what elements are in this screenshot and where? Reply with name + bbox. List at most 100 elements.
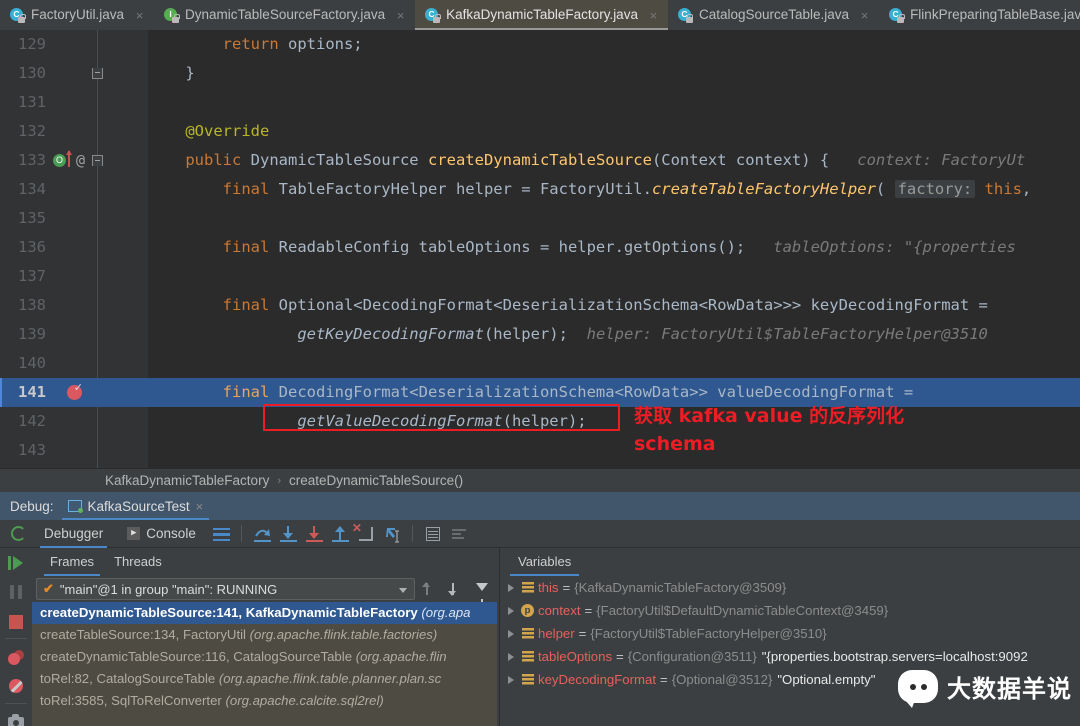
code-editor[interactable]: 129 return options; 130 } 131 132 @Override… (0, 30, 1080, 468)
step-out-button[interactable] (327, 521, 353, 547)
chevron-right-icon[interactable] (504, 645, 518, 668)
run-to-cursor-icon (385, 527, 399, 543)
editor-tab-2[interactable]: C KafkaDynamicTableFactory.java × (415, 0, 668, 30)
breadcrumb-method[interactable]: createDynamicTableSource() (289, 473, 463, 488)
tab-threads-label: Threads (114, 554, 162, 569)
frames-down-button[interactable] (445, 578, 467, 600)
frame-row[interactable]: toRel:82, CatalogSourceTable (org.apache… (32, 668, 497, 690)
drop-frame-button[interactable]: ✕ (352, 521, 379, 547)
frames-panel: Frames Threads ✔ "main"@1 in group "main… (32, 548, 497, 726)
close-icon[interactable]: × (395, 9, 406, 22)
variable-type: {KafkaDynamicTableFactory@3509} (574, 580, 787, 595)
variable-row[interactable]: keyDecodingFormat = {Optional@3512} "Option… (500, 668, 1080, 691)
evaluate-expression-button[interactable] (420, 521, 446, 547)
variable-name: this (538, 580, 559, 595)
frame-row[interactable]: createTableSource:134, FactoryUtil (org.… (32, 624, 497, 646)
variable-equals: = (660, 672, 668, 687)
frames-stack-list[interactable]: createDynamicTableSource:141, KafkaDynam… (32, 602, 497, 726)
frames-up-button[interactable] (419, 578, 441, 600)
line-number: 136 (18, 238, 46, 256)
code-line[interactable]: 140 (0, 349, 1080, 378)
layout-settings-button[interactable] (208, 521, 234, 547)
force-step-into-button[interactable] (301, 521, 327, 547)
chevron-down-icon[interactable] (399, 588, 407, 593)
variable-row[interactable]: tableOptions = {Configuration@3511} "{prope… (500, 645, 1080, 668)
rerun-button[interactable] (6, 521, 32, 547)
code-line[interactable]: 134 final TableFactoryHelper helper = Fa… (0, 175, 1080, 204)
variables-panel: Variables this = {KafkaDynamicTableFactory… (499, 548, 1080, 726)
editor-tab-3[interactable]: C CatalogSourceTable.java × (668, 0, 879, 30)
close-icon[interactable]: × (859, 9, 870, 22)
resume-program-button[interactable] (0, 548, 32, 577)
code-fold-icon[interactable] (92, 155, 103, 166)
code-line[interactable]: 135 (0, 204, 1080, 233)
code-line[interactable]: 131 (0, 88, 1080, 117)
code-line[interactable]: 129 return options; (0, 30, 1080, 59)
breadcrumb[interactable]: KafkaDynamicTableFactory › createDynamic… (0, 468, 1080, 492)
breakpoint-icon[interactable]: ✓ (67, 383, 83, 400)
override-method-icon[interactable]: O (53, 154, 66, 167)
editor-tab-4[interactable]: CFlinkPreparingTableBase.java× (879, 0, 1080, 30)
frame-row[interactable]: toRel:3585, SqlToRelConverter (org.apach… (32, 690, 497, 712)
run-to-cursor-button[interactable] (379, 521, 405, 547)
field-icon (518, 576, 538, 599)
tab-frames[interactable]: Frames (40, 548, 104, 576)
annotation-gutter-icon[interactable]: @ (76, 146, 85, 175)
close-icon[interactable]: × (648, 9, 659, 22)
frame-row[interactable]: createDynamicTableSource:116, CatalogSou… (32, 646, 497, 668)
override-arrow-icon[interactable] (65, 150, 72, 167)
step-into-button[interactable] (275, 521, 301, 547)
line-number: 135 (18, 209, 46, 227)
variable-name: helper (538, 626, 575, 641)
screenshot-button[interactable] (0, 707, 32, 726)
code-fold-icon[interactable] (92, 68, 103, 79)
chevron-right-icon[interactable] (504, 599, 518, 622)
frame-package: (org.apache.calcite.sql2rel) (225, 693, 384, 708)
close-icon[interactable]: × (134, 9, 145, 22)
debug-run-config-tab[interactable]: KafkaSourceTest × (61, 492, 210, 520)
breadcrumb-class[interactable]: KafkaDynamicTableFactory (105, 473, 269, 488)
rerun-icon (11, 525, 26, 541)
line-number: 132 (18, 122, 46, 140)
java-interface-icon: I (164, 7, 180, 23)
param-icon: p (518, 599, 538, 622)
editor-tab-label: FactoryUtil.java (31, 7, 125, 22)
code-line[interactable]: 136 final ReadableConfig tableOptions = … (0, 233, 1080, 262)
pause-program-button[interactable] (0, 577, 32, 606)
chevron-right-icon[interactable] (504, 576, 518, 599)
thread-selector[interactable]: ✔ "main"@1 in group "main": RUNNING (36, 578, 415, 600)
tab-console[interactable]: ▶ Console (115, 520, 208, 548)
step-over-button[interactable] (249, 521, 275, 547)
code-line[interactable]: 137 (0, 262, 1080, 291)
variable-type: {FactoryUtil$TableFactoryHelper@3510} (590, 626, 827, 641)
chevron-right-icon[interactable] (504, 622, 518, 645)
mute-breakpoints-button[interactable] (0, 671, 32, 700)
frames-filter-button[interactable] (471, 578, 493, 603)
debug-label: Debug: (10, 498, 54, 514)
code-line[interactable]: 139 getKeyDecodingFormat(helper); helper… (0, 320, 1080, 349)
variable-equals: = (584, 603, 593, 618)
frame-row[interactable]: createDynamicTableSource:141, KafkaDynam… (32, 602, 497, 624)
code-line[interactable]: 133 O @ public DynamicTableSource createDy… (0, 146, 1080, 175)
variable-row[interactable]: p context = {FactoryUtil$DefaultDynamicTabl… (500, 599, 1080, 622)
frame-label: createTableSource:134, FactoryUtil (40, 627, 250, 642)
tab-variables[interactable]: Variables (510, 548, 580, 576)
variable-row[interactable]: this = {KafkaDynamicTableFactory@3509} (500, 576, 1080, 599)
code-line[interactable]: 130 } (0, 59, 1080, 88)
breadcrumb-separator-icon: › (277, 474, 281, 487)
editor-tab-1[interactable]: I DynamicTableSourceFactory.java × (154, 0, 415, 30)
java-class-icon: C (677, 7, 694, 23)
tab-threads[interactable]: Threads (104, 548, 172, 576)
chevron-right-icon[interactable] (504, 668, 518, 691)
variables-list[interactable]: this = {KafkaDynamicTableFactory@3509} p con… (500, 576, 1080, 691)
pause-icon (10, 585, 22, 599)
stop-button[interactable] (0, 606, 32, 635)
close-icon[interactable]: × (196, 499, 204, 514)
code-line[interactable]: 138 final Optional<DecodingFormat<Deseri… (0, 291, 1080, 320)
tab-debugger[interactable]: Debugger (32, 520, 115, 548)
variable-name: keyDecodingFormat (538, 672, 657, 687)
editor-tab-0[interactable]: C FactoryUtil.java × (0, 0, 154, 30)
variable-row[interactable]: helper = {FactoryUtil$TableFactoryHelper@3… (500, 622, 1080, 645)
code-line[interactable]: 132 @Override (0, 117, 1080, 146)
view-breakpoints-button[interactable] (0, 642, 32, 671)
